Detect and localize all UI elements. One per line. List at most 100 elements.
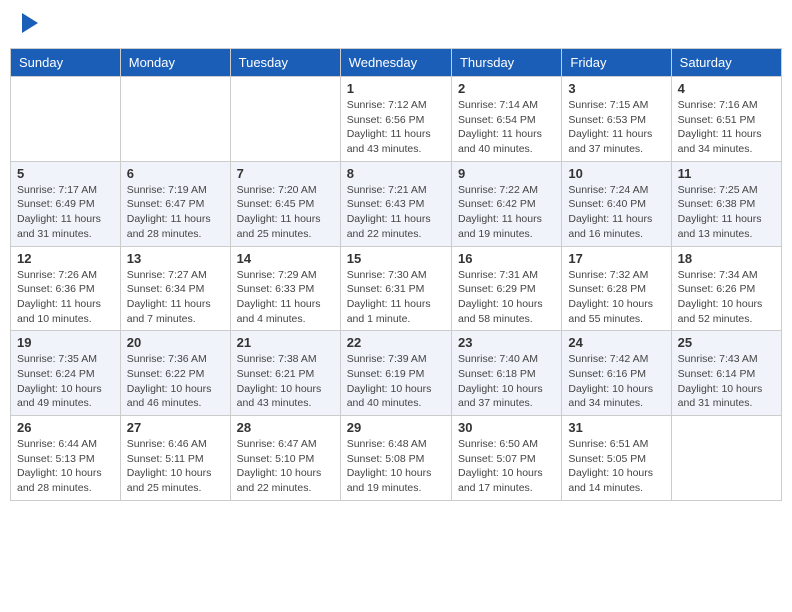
calendar-cell: 17 Sunrise: 7:32 AMSunset: 6:28 PMDayligh… — [562, 246, 671, 331]
day-number: 19 — [17, 335, 114, 350]
day-info: Sunrise: 6:44 AMSunset: 5:13 PMDaylight:… — [17, 437, 114, 496]
day-number: 25 — [678, 335, 775, 350]
calendar-cell: 31 Sunrise: 6:51 AMSunset: 5:05 PMDayligh… — [562, 416, 671, 501]
calendar-week-row: 19Sunrise: 7:35 AMSunset: 6:24 PMDayligh… — [11, 331, 782, 416]
calendar-cell — [11, 77, 121, 162]
calendar-cell: 6Sunrise: 7:19 AMSunset: 6:47 PMDaylight… — [120, 161, 230, 246]
day-number: 14 — [237, 251, 334, 266]
calendar-cell: 5 Sunrise: 7:17 AMSunset: 6:49 PMDaylight… — [11, 161, 121, 246]
day-info: Sunrise: 7:12 AMSunset: 6:56 PMDaylight:… — [347, 98, 445, 157]
calendar-cell: 8 Sunrise: 7:21 AMSunset: 6:43 PMDaylight… — [340, 161, 451, 246]
day-info: Sunrise: 7:39 AMSunset: 6:19 PMDaylight:… — [347, 352, 445, 411]
day-number: 27 — [127, 420, 224, 435]
day-number: 24 — [568, 335, 664, 350]
day-number: 29 — [347, 420, 445, 435]
day-info: Sunrise: 7:43 AMSunset: 6:14 PMDaylight:… — [678, 352, 775, 411]
day-info: Sunrise: 7:36 AMSunset: 6:22 PMDaylight:… — [127, 352, 224, 411]
day-info: Sunrise: 7:21 AMSunset: 6:43 PMDaylight:… — [347, 183, 445, 242]
day-number: 18 — [678, 251, 775, 266]
day-info: Sunrise: 7:22 AMSunset: 6:42 PMDaylight:… — [458, 183, 555, 242]
calendar-cell: 30 Sunrise: 6:50 AMSunset: 5:07 PMDayligh… — [451, 416, 561, 501]
calendar-header-row: SundayMondayTuesdayWednesdayThursdayFrid… — [11, 49, 782, 77]
day-info: Sunrise: 7:42 AMSunset: 6:16 PMDaylight:… — [568, 352, 664, 411]
calendar-week-row: 1Sunrise: 7:12 AMSunset: 6:56 PMDaylight… — [11, 77, 782, 162]
day-number: 4 — [678, 81, 775, 96]
day-number: 16 — [458, 251, 555, 266]
calendar-cell: 25 Sunrise: 7:43 AMSunset: 6:14 PMDayligh… — [671, 331, 781, 416]
day-info: Sunrise: 7:31 AMSunset: 6:29 PMDaylight:… — [458, 268, 555, 327]
day-info: Sunrise: 6:48 AMSunset: 5:08 PMDaylight:… — [347, 437, 445, 496]
day-number: 15 — [347, 251, 445, 266]
day-number: 26 — [17, 420, 114, 435]
calendar-cell: 11 Sunrise: 7:25 AMSunset: 6:38 PMDayligh… — [671, 161, 781, 246]
day-info: Sunrise: 7:40 AMSunset: 6:18 PMDaylight:… — [458, 352, 555, 411]
day-number: 13 — [127, 251, 224, 266]
day-number: 31 — [568, 420, 664, 435]
day-number: 30 — [458, 420, 555, 435]
day-info: Sunrise: 7:16 AMSunset: 6:51 PMDaylight:… — [678, 98, 775, 157]
calendar-cell: 27 Sunrise: 6:46 AMSunset: 5:11 PMDayligh… — [120, 416, 230, 501]
day-info: Sunrise: 7:25 AMSunset: 6:38 PMDaylight:… — [678, 183, 775, 242]
day-info: Sunrise: 7:15 AMSunset: 6:53 PMDaylight:… — [568, 98, 664, 157]
calendar-cell: 10 Sunrise: 7:24 AMSunset: 6:40 PMDayligh… — [562, 161, 671, 246]
day-number: 8 — [347, 166, 445, 181]
day-number: 7 — [237, 166, 334, 181]
day-number: 10 — [568, 166, 664, 181]
day-info: Sunrise: 7:20 AMSunset: 6:45 PMDaylight:… — [237, 183, 334, 242]
calendar-cell: 24 Sunrise: 7:42 AMSunset: 6:16 PMDayligh… — [562, 331, 671, 416]
day-number: 2 — [458, 81, 555, 96]
calendar-week-row: 26 Sunrise: 6:44 AMSunset: 5:13 PMDayligh… — [11, 416, 782, 501]
page-header — [10, 10, 782, 38]
calendar-cell: 14Sunrise: 7:29 AMSunset: 6:33 PMDayligh… — [230, 246, 340, 331]
calendar-cell: 2 Sunrise: 7:14 AMSunset: 6:54 PMDaylight… — [451, 77, 561, 162]
calendar-cell: 19Sunrise: 7:35 AMSunset: 6:24 PMDayligh… — [11, 331, 121, 416]
day-info: Sunrise: 6:51 AMSunset: 5:05 PMDaylight:… — [568, 437, 664, 496]
day-info: Sunrise: 7:24 AMSunset: 6:40 PMDaylight:… — [568, 183, 664, 242]
calendar-cell — [230, 77, 340, 162]
day-number: 11 — [678, 166, 775, 181]
calendar-cell: 26 Sunrise: 6:44 AMSunset: 5:13 PMDayligh… — [11, 416, 121, 501]
calendar-table: SundayMondayTuesdayWednesdayThursdayFrid… — [10, 48, 782, 501]
day-info: Sunrise: 6:46 AMSunset: 5:11 PMDaylight:… — [127, 437, 224, 496]
calendar-cell: 21 Sunrise: 7:38 AMSunset: 6:21 PMDayligh… — [230, 331, 340, 416]
day-info: Sunrise: 7:27 AMSunset: 6:34 PMDaylight:… — [127, 268, 224, 327]
column-header-saturday: Saturday — [671, 49, 781, 77]
calendar-cell: 3Sunrise: 7:15 AMSunset: 6:53 PMDaylight… — [562, 77, 671, 162]
day-info: Sunrise: 7:34 AMSunset: 6:26 PMDaylight:… — [678, 268, 775, 327]
logo-arrow-icon — [22, 13, 38, 33]
day-info: Sunrise: 7:14 AMSunset: 6:54 PMDaylight:… — [458, 98, 555, 157]
day-number: 28 — [237, 420, 334, 435]
calendar-cell: 29 Sunrise: 6:48 AMSunset: 5:08 PMDayligh… — [340, 416, 451, 501]
column-header-thursday: Thursday — [451, 49, 561, 77]
calendar-cell: 9 Sunrise: 7:22 AMSunset: 6:42 PMDaylight… — [451, 161, 561, 246]
day-info: Sunrise: 6:50 AMSunset: 5:07 PMDaylight:… — [458, 437, 555, 496]
day-info: Sunrise: 7:26 AMSunset: 6:36 PMDaylight:… — [17, 268, 114, 327]
day-number: 20 — [127, 335, 224, 350]
day-info: Sunrise: 7:32 AMSunset: 6:28 PMDaylight:… — [568, 268, 664, 327]
column-header-wednesday: Wednesday — [340, 49, 451, 77]
calendar-cell — [671, 416, 781, 501]
day-number: 9 — [458, 166, 555, 181]
day-number: 17 — [568, 251, 664, 266]
calendar-week-row: 12 Sunrise: 7:26 AMSunset: 6:36 PMDayligh… — [11, 246, 782, 331]
calendar-cell: 23 Sunrise: 7:40 AMSunset: 6:18 PMDayligh… — [451, 331, 561, 416]
calendar-cell: 28Sunrise: 6:47 AMSunset: 5:10 PMDayligh… — [230, 416, 340, 501]
column-header-tuesday: Tuesday — [230, 49, 340, 77]
day-number: 21 — [237, 335, 334, 350]
calendar-cell: 4 Sunrise: 7:16 AMSunset: 6:51 PMDaylight… — [671, 77, 781, 162]
calendar-cell: 22Sunrise: 7:39 AMSunset: 6:19 PMDayligh… — [340, 331, 451, 416]
day-number: 5 — [17, 166, 114, 181]
column-header-monday: Monday — [120, 49, 230, 77]
calendar-cell: 18 Sunrise: 7:34 AMSunset: 6:26 PMDayligh… — [671, 246, 781, 331]
calendar-cell: 15 Sunrise: 7:30 AMSunset: 6:31 PMDayligh… — [340, 246, 451, 331]
day-info: Sunrise: 7:17 AMSunset: 6:49 PMDaylight:… — [17, 183, 114, 242]
calendar-cell: 12 Sunrise: 7:26 AMSunset: 6:36 PMDayligh… — [11, 246, 121, 331]
day-number: 12 — [17, 251, 114, 266]
day-number: 23 — [458, 335, 555, 350]
logo — [20, 15, 38, 33]
day-number: 6 — [127, 166, 224, 181]
calendar-cell: 20 Sunrise: 7:36 AMSunset: 6:22 PMDayligh… — [120, 331, 230, 416]
column-header-friday: Friday — [562, 49, 671, 77]
day-info: Sunrise: 7:30 AMSunset: 6:31 PMDaylight:… — [347, 268, 445, 327]
day-info: Sunrise: 7:38 AMSunset: 6:21 PMDaylight:… — [237, 352, 334, 411]
